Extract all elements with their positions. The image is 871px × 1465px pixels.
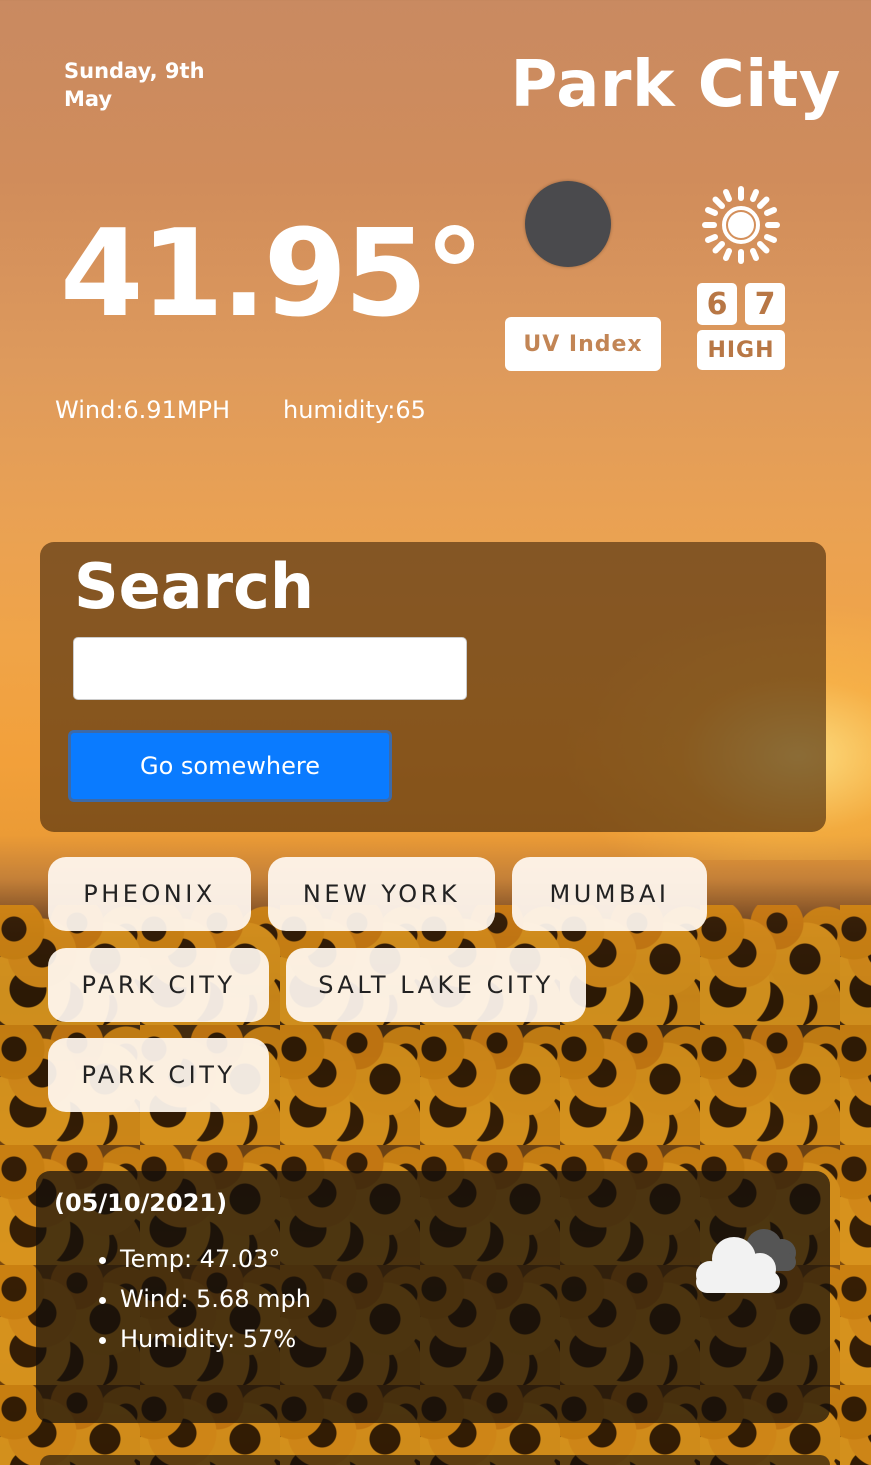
history-city-button-mumbai[interactable]: MUMBAI [512,857,707,931]
uv-digit-first: 6 [697,283,737,325]
forecast-humidity: Humidity: 57% [120,1319,311,1359]
current-wind: Wind:6.91MPH [55,396,231,424]
search-panel: Search Go somewhere [40,542,826,832]
go-somewhere-button[interactable]: Go somewhere [68,730,392,802]
history-city-button-new-york[interactable]: NEW YORK [268,857,495,931]
uv-index-label: UV Index [505,317,661,371]
current-humidity: humidity:65 [283,396,426,424]
forecast-temp: Temp: 47.03° [120,1239,311,1279]
search-input[interactable] [73,637,467,700]
forecast-card: (05/10/2021) Temp: 47.03° Wind: 5.68 mph… [36,1171,830,1423]
uv-level-badge: HIGH [697,330,785,370]
sun-icon [702,186,780,264]
next-forecast-card-edge [40,1455,830,1465]
city-title: Park City [510,48,841,122]
search-title: Search [74,550,315,623]
current-temperature: 41.95° [60,205,485,344]
history-city-button-pheonix[interactable]: PHEONIX [48,857,251,931]
cloud-icon [696,1229,796,1293]
moon-icon [525,181,611,267]
history-city-button-park-city[interactable]: PARK CITY [48,948,269,1022]
history-city-button-salt-lake-city[interactable]: SALT LAKE CITY [286,948,586,1022]
forecast-date: (05/10/2021) [54,1189,228,1217]
history-city-button-park-city-2[interactable]: PARK CITY [48,1038,269,1112]
current-date: Sunday, 9th May [64,59,205,111]
uv-digit-second: 7 [745,283,785,325]
forecast-wind: Wind: 5.68 mph [120,1279,311,1319]
forecast-details: Temp: 47.03° Wind: 5.68 mph Humidity: 57… [120,1239,311,1359]
